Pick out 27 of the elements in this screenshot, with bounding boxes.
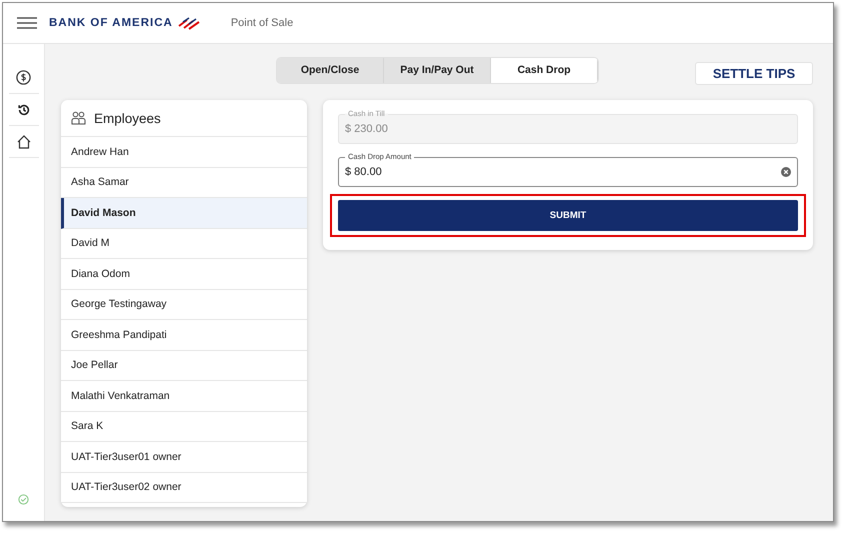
tab[interactable]: Cash Drop: [491, 58, 598, 82]
employee-item[interactable]: David Mason: [61, 198, 307, 228]
employee-item[interactable]: George Testingaway: [61, 290, 307, 320]
tab[interactable]: Open/Close: [277, 58, 384, 82]
employee-item[interactable]: Malathi Venkatraman: [61, 381, 307, 412]
settle-tips-button[interactable]: SETTLE TIPS: [695, 62, 813, 84]
employee-item[interactable]: UAT-Tier3user02 owner: [61, 472, 307, 503]
employee-item[interactable]: David M: [61, 228, 307, 259]
employee-item[interactable]: Andrew Han: [61, 137, 307, 168]
clear-icon[interactable]: [781, 167, 791, 177]
employee-item[interactable]: Diana Odom: [61, 259, 307, 290]
history-icon: [16, 102, 30, 116]
tab[interactable]: Pay In/Pay Out: [384, 58, 491, 82]
menu-icon[interactable]: [17, 17, 37, 29]
employees-title: Employees: [94, 110, 161, 126]
employee-item[interactable]: Sara K: [61, 412, 307, 442]
submit-button[interactable]: SUBMIT: [338, 200, 798, 231]
dollar-circle-icon: [16, 70, 31, 85]
employee-item[interactable]: Greeshma Pandipati: [61, 320, 307, 350]
people-icon: [71, 111, 86, 125]
app-title: Point of Sale: [230, 17, 294, 29]
home-icon: [16, 134, 32, 150]
amount-input[interactable]: $ 80.00: [345, 166, 781, 178]
employee-item[interactable]: UAT-Tier3user01 owner: [61, 442, 307, 472]
brand-name: BANK OF AMERICA: [49, 17, 173, 29]
employee-item[interactable]: Joe Pellar: [61, 350, 307, 381]
employee-item[interactable]: Asha Samar: [61, 168, 307, 198]
